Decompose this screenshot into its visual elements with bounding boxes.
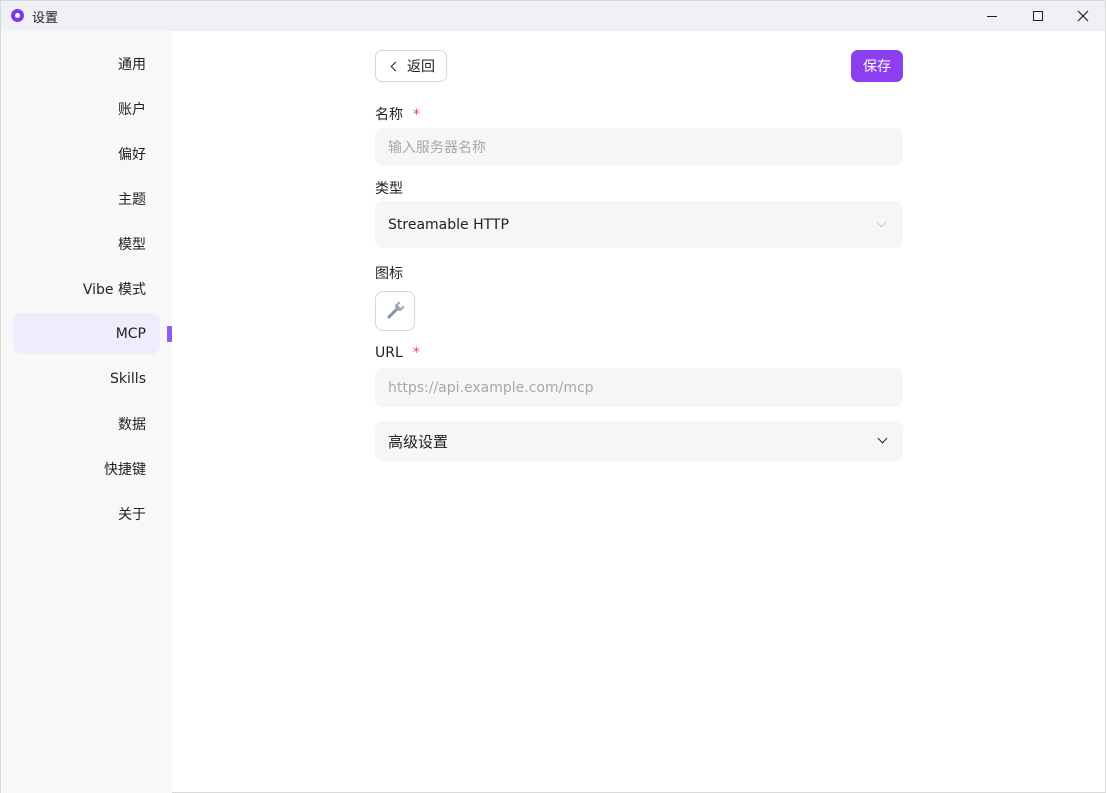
- url-placeholder: https://api.example.com/mcp: [388, 379, 594, 396]
- sidebar-item-label: 主题: [118, 191, 146, 208]
- sidebar-item-account[interactable]: 账户: [13, 88, 160, 129]
- back-button[interactable]: 返回: [375, 50, 447, 82]
- maximize-button[interactable]: [1015, 1, 1061, 31]
- sidebar-item-data[interactable]: 数据: [13, 403, 160, 444]
- name-label: 名称 *: [375, 104, 420, 124]
- sidebar-item-label: 模型: [118, 236, 146, 253]
- sidebar-item-label: 偏好: [118, 146, 146, 163]
- chevron-left-icon: [390, 61, 401, 71]
- minimize-button[interactable]: [969, 1, 1015, 31]
- save-button[interactable]: 保存: [851, 50, 903, 82]
- url-label: URL *: [375, 345, 420, 361]
- url-label-text: URL: [375, 345, 403, 361]
- sidebar-item-general[interactable]: 通用: [13, 43, 160, 84]
- settings-sidebar: 通用 账户 偏好 主题 模型 Vibe 模式 MCP Skills 数据 快捷键…: [1, 31, 172, 793]
- required-mark: *: [412, 345, 420, 361]
- sidebar-item-shortcuts[interactable]: 快捷键: [13, 448, 160, 489]
- sidebar-item-label: Skills: [110, 370, 146, 387]
- window-title: 设置: [32, 11, 59, 26]
- sidebar-item-about[interactable]: 关于: [13, 493, 160, 534]
- sidebar-item-label: 关于: [118, 506, 146, 523]
- chevron-down-icon: [877, 433, 888, 444]
- sidebar-item-label: MCP: [115, 325, 146, 342]
- name-placeholder: 输入服务器名称: [388, 140, 486, 156]
- type-label: 类型: [375, 181, 403, 197]
- name-label-text: 名称: [375, 107, 403, 123]
- sidebar-item-preferences[interactable]: 偏好: [13, 133, 160, 174]
- advanced-settings-label: 高级设置: [388, 432, 449, 451]
- name-input[interactable]: 输入服务器名称: [375, 128, 903, 166]
- url-input[interactable]: https://api.example.com/mcp: [375, 368, 903, 407]
- close-button[interactable]: [1060, 1, 1106, 31]
- app-logo-icon: [11, 9, 24, 22]
- maximize-icon: [1033, 11, 1043, 21]
- icon-label: 图标: [375, 266, 403, 282]
- type-select[interactable]: Streamable HTTP: [375, 201, 903, 248]
- minimize-icon: [987, 15, 997, 17]
- icon-picker-button[interactable]: [375, 291, 415, 331]
- sidebar-item-mcp[interactable]: MCP: [13, 313, 160, 354]
- sidebar-item-models[interactable]: 模型: [13, 223, 160, 264]
- sidebar-item-label: 通用: [118, 56, 146, 73]
- back-label: 返回: [407, 59, 435, 75]
- title-bar: 设置: [1, 1, 1105, 31]
- advanced-settings-toggle[interactable]: 高级设置: [375, 421, 903, 461]
- type-value: Streamable HTTP: [388, 216, 509, 233]
- required-mark: *: [413, 107, 420, 123]
- sidebar-item-label: 账户: [118, 101, 146, 118]
- active-indicator: [167, 326, 172, 342]
- chevron-down-icon: [876, 217, 887, 228]
- sidebar-item-vibe-mode[interactable]: Vibe 模式: [13, 268, 160, 309]
- sidebar-item-label: 快捷键: [104, 461, 146, 478]
- sidebar-item-label: Vibe 模式: [82, 281, 146, 298]
- sidebar-item-skills[interactable]: Skills: [13, 358, 160, 399]
- close-icon: [1077, 10, 1089, 22]
- sidebar-item-label: 数据: [118, 416, 146, 433]
- sidebar-item-theme[interactable]: 主题: [13, 178, 160, 219]
- wrench-icon: [387, 301, 405, 319]
